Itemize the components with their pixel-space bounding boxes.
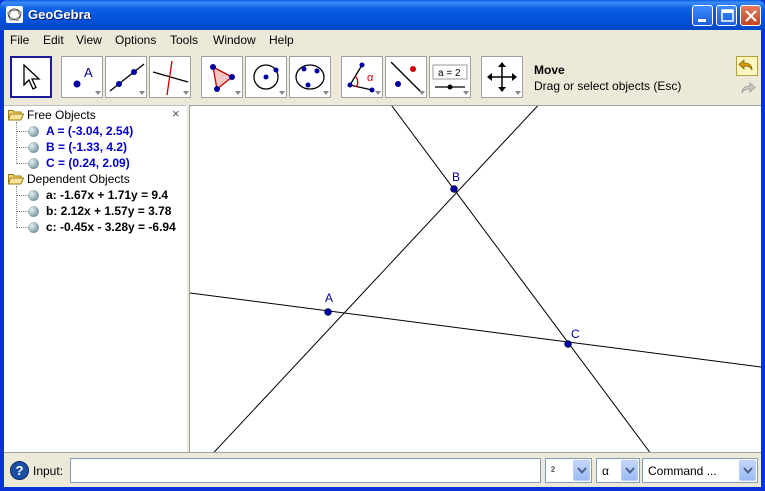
line-b-through-A-C[interactable] <box>190 292 761 368</box>
graphics-canvas[interactable]: A B C <box>190 106 761 452</box>
close-algebra-view-button[interactable]: × <box>172 106 180 121</box>
line-tool-button[interactable] <box>105 56 147 98</box>
slider-tool-button[interactable]: a = 2 <box>429 56 471 98</box>
visibility-ball-icon[interactable] <box>28 206 39 217</box>
chevron-down-icon[interactable] <box>739 460 756 481</box>
reflect-about-line-icon <box>390 61 425 95</box>
visibility-ball-icon[interactable] <box>28 190 39 201</box>
dependent-objects-label: Dependent Objects <box>27 172 130 186</box>
maximize-button[interactable] <box>716 5 737 26</box>
visibility-ball-icon[interactable] <box>28 126 39 137</box>
menu-bar: File Edit View Options Tools Window Help <box>4 30 761 51</box>
cursor-arrow-icon <box>23 63 41 90</box>
active-tool-name: Move <box>534 63 565 77</box>
angle-tool-button[interactable]: α <box>341 56 383 98</box>
window-title: GeoGebra <box>28 7 91 22</box>
circle-three-points-tool-button[interactable] <box>289 56 331 98</box>
visibility-ball-icon[interactable] <box>28 222 39 233</box>
maximize-icon <box>721 9 734 22</box>
menu-edit[interactable]: Edit <box>43 33 64 47</box>
dependent-object-b: b: 2.12x + 1.57y = 3.78 <box>46 204 172 218</box>
command-combo-value: Command ... <box>648 464 717 478</box>
move-tool-button[interactable] <box>10 56 52 98</box>
point-tool-button[interactable]: A <box>61 56 103 98</box>
line-a-through-B-C[interactable] <box>386 106 660 452</box>
slider-icon: a = 2 <box>432 64 469 95</box>
superscript-combo-value: ² <box>551 464 555 478</box>
perpendicular-tool-button[interactable] <box>149 56 191 98</box>
minimize-button[interactable] <box>692 5 713 26</box>
folder-open-icon <box>8 110 24 121</box>
free-object-C: C = (0.24, 2.09) <box>46 156 130 170</box>
menu-window[interactable]: Window <box>213 33 256 47</box>
point-C[interactable] <box>564 340 572 348</box>
application-window: GeoGebra File Edit View Options Tools Wi… <box>0 0 765 491</box>
visibility-ball-icon[interactable] <box>28 158 39 169</box>
chevron-down-icon[interactable] <box>573 460 590 481</box>
angle-icon: α <box>347 62 381 95</box>
slider-tool-label: a = 2 <box>438 68 461 79</box>
redo-icon <box>741 82 756 94</box>
point-label-C: C <box>571 327 580 341</box>
dependent-object-a: a: -1.67x + 1.71y = 9.4 <box>46 188 169 202</box>
line-c-through-A-B[interactable] <box>190 106 545 452</box>
move-arrows-icon <box>487 62 521 95</box>
polygon-icon <box>210 64 241 95</box>
input-field[interactable] <box>70 458 541 483</box>
point-tool-label: A <box>84 65 93 80</box>
point-B[interactable] <box>450 185 458 193</box>
toolbar: A α a = 2 Move Drag or select objects (E… <box>4 51 761 105</box>
active-tool-help: Drag or select objects (Esc) <box>534 79 682 93</box>
greek-letter-combo[interactable]: α <box>596 458 640 483</box>
menu-help[interactable]: Help <box>269 33 294 47</box>
dependent-object-c: c: -0.45x - 3.28y = -6.94 <box>46 220 176 234</box>
input-bar: ? Input: ² α Command ... <box>4 452 761 487</box>
input-label: Input: <box>33 464 64 478</box>
point-icon: A <box>73 65 101 95</box>
visibility-ball-icon[interactable] <box>28 142 39 153</box>
geogebra-app-icon <box>6 6 23 23</box>
perpendicular-line-icon <box>152 60 189 96</box>
undo-icon <box>736 56 758 76</box>
move-graphics-tool-button[interactable] <box>481 56 523 98</box>
tree-connector <box>16 186 17 228</box>
greek-combo-value: α <box>602 464 609 478</box>
close-icon <box>745 10 757 22</box>
free-object-B: B = (-1.33, 4.2) <box>46 140 128 154</box>
tree-connector <box>16 122 17 164</box>
undo-button[interactable] <box>736 56 758 76</box>
circle-center-point-icon <box>253 64 285 95</box>
input-help-icon[interactable]: ? <box>10 461 29 480</box>
free-object-A: A = (-3.04, 2.54) <box>46 124 134 138</box>
algebra-view: × Free Objects A = (-3.04, 2.54) B = (-1… <box>4 105 186 452</box>
graphics-view[interactable]: A B C <box>190 105 761 452</box>
menu-tools[interactable]: Tools <box>170 33 198 47</box>
line-through-points-icon <box>109 63 145 95</box>
circle-three-points-icon <box>295 64 329 95</box>
title-bar[interactable]: GeoGebra <box>0 0 765 30</box>
redo-button[interactable] <box>736 79 758 99</box>
menu-options[interactable]: Options <box>115 33 156 47</box>
close-window-button[interactable] <box>740 5 761 26</box>
menu-file[interactable]: File <box>10 33 29 47</box>
reflect-tool-button[interactable] <box>385 56 427 98</box>
minimize-icon <box>698 19 706 22</box>
circle-tool-button[interactable] <box>245 56 287 98</box>
free-objects-label: Free Objects <box>27 108 96 122</box>
superscript-combo[interactable]: ² <box>545 458 592 483</box>
point-A[interactable] <box>324 308 332 316</box>
point-label-A: A <box>325 291 333 305</box>
chevron-down-icon[interactable] <box>621 460 638 481</box>
menu-view[interactable]: View <box>76 33 102 47</box>
point-label-B: B <box>452 170 460 184</box>
polygon-tool-button[interactable] <box>201 56 243 98</box>
angle-tool-label: α <box>367 72 374 84</box>
client-area: File Edit View Options Tools Window Help… <box>4 30 761 487</box>
command-combo[interactable]: Command ... <box>642 458 758 483</box>
folder-open-icon <box>8 174 24 185</box>
window-bottom-border <box>0 487 765 491</box>
